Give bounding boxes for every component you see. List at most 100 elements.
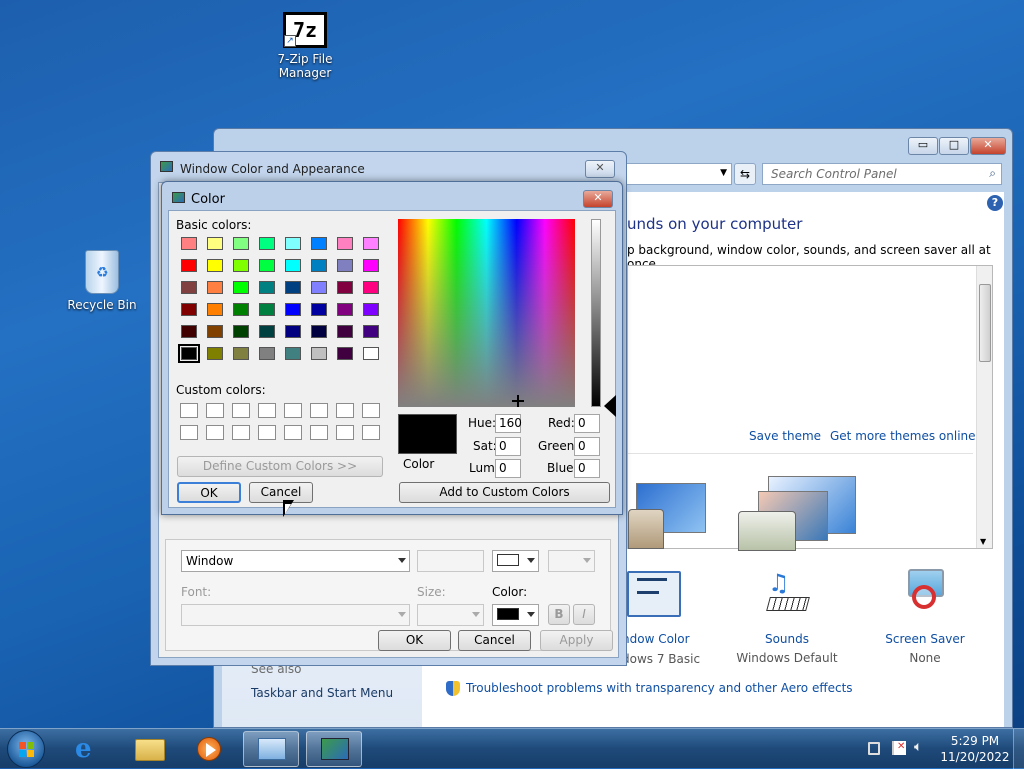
- basic-color-swatch[interactable]: [259, 347, 275, 360]
- custom-color-swatch[interactable]: [362, 425, 380, 440]
- apply-button[interactable]: Apply: [540, 630, 613, 651]
- taskbar-internet-explorer[interactable]: e: [60, 731, 116, 767]
- add-to-custom-colors-button[interactable]: Add to Custom Colors: [399, 482, 610, 503]
- custom-color-swatch[interactable]: [310, 425, 328, 440]
- blue-field[interactable]: 0: [574, 459, 600, 478]
- minimize-button[interactable]: ▭: [908, 137, 938, 155]
- basic-color-swatch[interactable]: [207, 347, 223, 360]
- taskbar-personalization[interactable]: [306, 731, 362, 767]
- theme-thumbnail-2[interactable]: [738, 471, 858, 551]
- refresh-button[interactable]: ⇆: [734, 163, 756, 185]
- basic-color-swatch[interactable]: [337, 237, 353, 250]
- basic-color-swatch[interactable]: [363, 303, 379, 316]
- window-color-tile[interactable]: ndow Color dows 7 Basic: [622, 569, 732, 666]
- basic-color-swatch[interactable]: [207, 237, 223, 250]
- font-color-button[interactable]: [492, 604, 539, 626]
- italic-button[interactable]: I: [573, 604, 595, 625]
- basic-color-swatch[interactable]: [207, 303, 223, 316]
- close-button[interactable]: ✕: [583, 190, 613, 208]
- basic-color-swatch[interactable]: [259, 237, 275, 250]
- custom-color-swatch[interactable]: [232, 425, 250, 440]
- basic-color-swatch[interactable]: [285, 325, 301, 338]
- maximize-button[interactable]: □: [939, 137, 969, 155]
- basic-color-swatch[interactable]: [285, 347, 301, 360]
- custom-color-swatch[interactable]: [232, 403, 250, 418]
- clock-time[interactable]: 5:29 PM: [950, 734, 1000, 748]
- basic-color-swatch[interactable]: [311, 259, 327, 272]
- basic-color-swatch[interactable]: [233, 237, 249, 250]
- item-color1-button[interactable]: [492, 550, 539, 572]
- network-icon[interactable]: [868, 742, 880, 755]
- action-center-flag-icon[interactable]: ✕: [892, 741, 906, 755]
- item-color2-button[interactable]: [548, 550, 595, 572]
- help-icon[interactable]: ?: [987, 195, 1003, 211]
- basic-color-swatch[interactable]: [363, 347, 379, 360]
- custom-color-swatch[interactable]: [362, 403, 380, 418]
- item-size-spinner[interactable]: [417, 550, 484, 572]
- basic-color-swatch[interactable]: [363, 281, 379, 294]
- taskbar-control-panel[interactable]: [243, 731, 299, 767]
- basic-color-swatch[interactable]: [337, 303, 353, 316]
- basic-color-swatch[interactable]: [337, 259, 353, 272]
- cancel-button[interactable]: Cancel: [458, 630, 531, 651]
- basic-color-swatch[interactable]: [259, 303, 275, 316]
- basic-color-swatch[interactable]: [181, 259, 197, 272]
- custom-color-swatch[interactable]: [258, 403, 276, 418]
- scrollbar[interactable]: ▼: [976, 266, 992, 548]
- custom-color-swatch[interactable]: [258, 425, 276, 440]
- basic-color-swatch[interactable]: [181, 303, 197, 316]
- basic-color-swatch[interactable]: [259, 259, 275, 272]
- font-size-combo[interactable]: [417, 604, 484, 626]
- custom-color-swatch[interactable]: [284, 403, 302, 418]
- basic-color-swatch[interactable]: [363, 259, 379, 272]
- luminosity-slider[interactable]: [591, 219, 601, 407]
- basic-color-swatch[interactable]: [181, 325, 197, 338]
- basic-color-swatch[interactable]: [181, 281, 197, 294]
- basic-color-swatch[interactable]: [311, 347, 327, 360]
- ok-button[interactable]: OK: [177, 482, 241, 503]
- red-field[interactable]: 0: [574, 414, 600, 433]
- ok-button[interactable]: OK: [378, 630, 451, 651]
- basic-color-swatch[interactable]: [207, 259, 223, 272]
- volume-icon[interactable]: 🔈︎: [914, 739, 922, 755]
- taskbar-windows-explorer[interactable]: [121, 731, 177, 767]
- basic-color-swatch[interactable]: [181, 237, 197, 250]
- define-custom-colors-button[interactable]: Define Custom Colors >>: [177, 456, 383, 477]
- basic-color-swatch[interactable]: [337, 281, 353, 294]
- custom-color-swatch[interactable]: [180, 425, 198, 440]
- luminosity-arrow-icon[interactable]: [604, 395, 616, 417]
- search-input[interactable]: Search Control Panel ⌕: [762, 163, 1002, 185]
- basic-color-swatch[interactable]: [285, 237, 301, 250]
- sounds-tile[interactable]: ♫ Sounds Windows Default: [732, 569, 842, 665]
- basic-color-swatch[interactable]: [259, 281, 275, 294]
- custom-color-swatch[interactable]: [336, 425, 354, 440]
- custom-color-swatch[interactable]: [206, 425, 224, 440]
- get-more-themes-link[interactable]: Get more themes online: [830, 429, 976, 443]
- theme-thumbnail-1[interactable]: [628, 471, 718, 549]
- lum-field[interactable]: 0: [495, 459, 521, 478]
- desktop-icon-recycle-bin[interactable]: ♻ Recycle Bin: [47, 250, 157, 312]
- basic-color-swatch[interactable]: [311, 281, 327, 294]
- close-button[interactable]: ✕: [585, 160, 615, 178]
- basic-color-swatch[interactable]: [285, 281, 301, 294]
- custom-color-swatch[interactable]: [180, 403, 198, 418]
- basic-color-swatch[interactable]: [311, 325, 327, 338]
- basic-color-swatch[interactable]: [337, 325, 353, 338]
- start-button[interactable]: [7, 730, 45, 768]
- green-field[interactable]: 0: [574, 437, 600, 456]
- custom-color-swatch[interactable]: [310, 403, 328, 418]
- desktop-icon-7zip[interactable]: 7z ↗ 7-Zip File Manager: [250, 12, 360, 80]
- bold-button[interactable]: B: [548, 604, 570, 625]
- basic-color-swatch[interactable]: [259, 325, 275, 338]
- basic-color-swatch[interactable]: [337, 347, 353, 360]
- cancel-button[interactable]: Cancel: [249, 482, 313, 503]
- basic-color-swatch[interactable]: [178, 344, 200, 363]
- basic-color-swatch[interactable]: [363, 325, 379, 338]
- basic-color-swatch[interactable]: [233, 303, 249, 316]
- address-bar[interactable]: ▼: [622, 163, 732, 185]
- basic-color-swatch[interactable]: [233, 325, 249, 338]
- basic-color-swatch[interactable]: [311, 237, 327, 250]
- basic-color-swatch[interactable]: [233, 347, 249, 360]
- font-combo[interactable]: [181, 604, 410, 626]
- scrollbar-thumb[interactable]: [979, 284, 991, 362]
